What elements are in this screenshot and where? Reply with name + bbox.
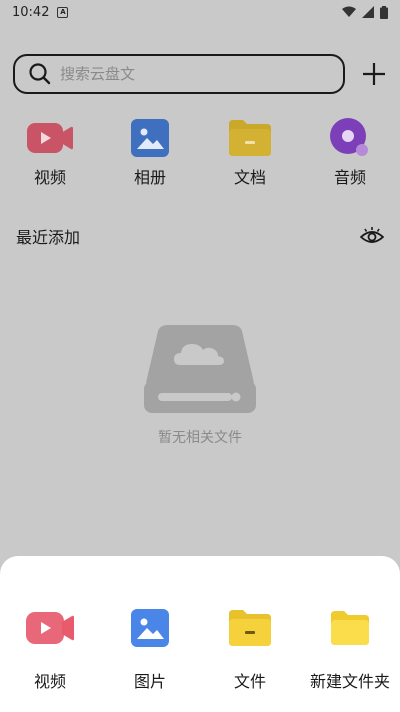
category-video[interactable]: 视频	[0, 118, 100, 188]
recent-header: 最近添加	[16, 224, 384, 248]
search-icon	[29, 63, 51, 85]
category-photo-label: 相册	[133, 168, 166, 187]
sheet-item-photo-label: 图片	[133, 672, 166, 691]
category-audio[interactable]: 音频	[300, 118, 400, 188]
sheet-item-video-label: 视频	[33, 672, 66, 691]
bottom-sheet: 视频 图片 文件 新建文件夹	[0, 556, 400, 712]
status-bar: 10:42 A	[0, 0, 400, 24]
video-icon	[26, 606, 74, 650]
category-bar: 视频 相册 文档 音频	[0, 118, 400, 188]
category-doc[interactable]: 文档	[200, 118, 300, 188]
plus-icon	[363, 63, 385, 85]
empty-state: 暂无相关文件	[0, 325, 400, 447]
search-box[interactable]	[13, 54, 345, 94]
music-disc-icon	[327, 118, 373, 158]
new-folder-icon	[326, 606, 374, 650]
wifi-icon	[342, 6, 356, 17]
category-audio-label: 音频	[333, 168, 366, 187]
photo-icon	[126, 606, 174, 650]
sheet-item-photo[interactable]: 图片	[100, 606, 200, 712]
file-folder-icon	[226, 606, 274, 650]
recent-title: 最近添加	[16, 228, 81, 247]
folder-icon	[227, 118, 273, 158]
eye-icon[interactable]	[360, 226, 384, 246]
sheet-item-file-label: 文件	[233, 672, 266, 691]
video-icon	[27, 118, 73, 158]
sheet-item-video[interactable]: 视频	[0, 606, 100, 712]
status-time: 10:42	[12, 4, 50, 20]
signal-icon	[362, 6, 374, 18]
battery-icon	[380, 5, 388, 19]
empty-text: 暂无相关文件	[158, 430, 242, 446]
sheet-item-new-folder-label: 新建文件夹	[309, 672, 390, 691]
add-button[interactable]	[360, 60, 388, 88]
search-input[interactable]	[60, 65, 310, 83]
category-photo[interactable]: 相册	[100, 118, 200, 188]
category-video-label: 视频	[33, 168, 66, 187]
sheet-item-new-folder[interactable]: 新建文件夹	[300, 606, 400, 712]
status-icons	[342, 5, 388, 19]
search-row	[13, 54, 388, 94]
category-doc-label: 文档	[233, 168, 266, 187]
cloud-drive-icon	[144, 325, 256, 413]
notification-icon: A	[57, 6, 69, 18]
sheet-item-file[interactable]: 文件	[200, 606, 300, 712]
photo-icon	[127, 118, 173, 158]
